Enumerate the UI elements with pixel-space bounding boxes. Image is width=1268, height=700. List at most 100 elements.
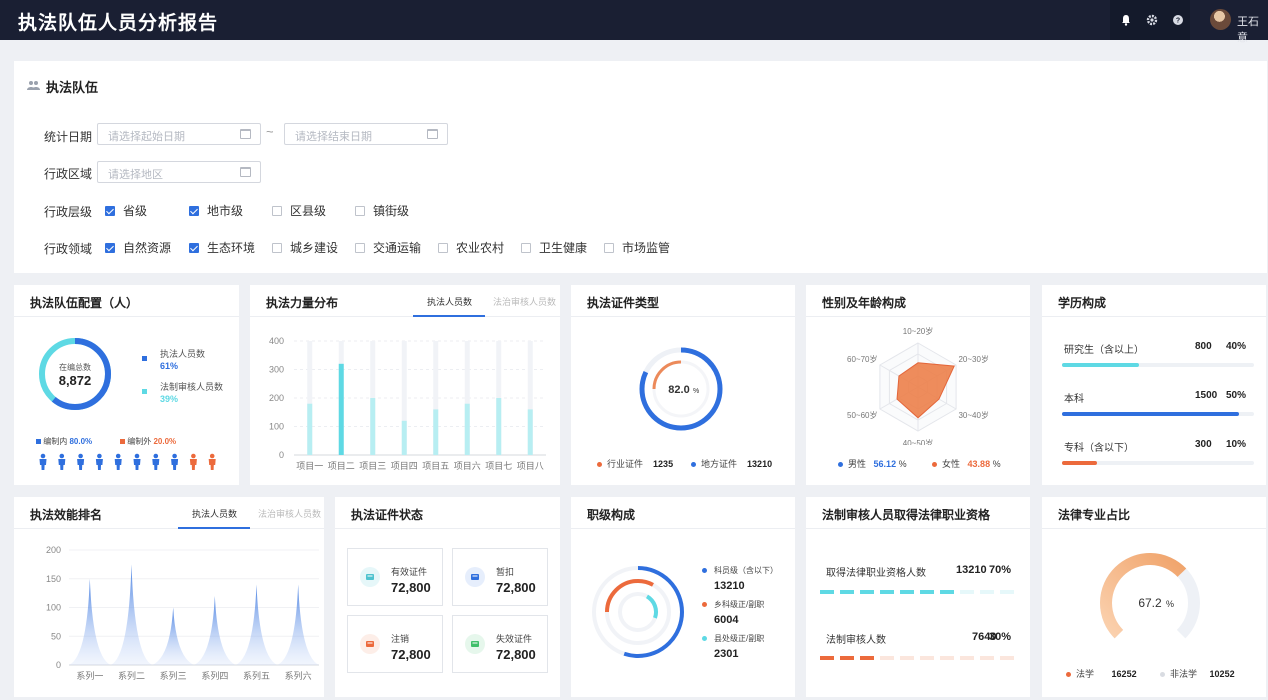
team-icon <box>27 81 40 90</box>
checkbox-box[interactable] <box>355 205 365 216</box>
legend-unit: % <box>898 459 907 469</box>
area-peak[interactable] <box>235 584 278 666</box>
config-center-label: 在编总数 <box>59 362 91 372</box>
people-icons <box>39 453 216 470</box>
start-date-input[interactable]: 请选择起始日期 <box>97 123 261 145</box>
bar[interactable] <box>401 420 407 455</box>
region-input[interactable]: 请选择地区 <box>97 161 261 183</box>
bar[interactable] <box>307 403 313 455</box>
area-peak[interactable] <box>194 596 236 665</box>
legend-marker <box>702 602 707 607</box>
checkbox-box[interactable] <box>189 242 199 253</box>
level-checkbox-2[interactable]: 区县级 <box>272 202 326 219</box>
rank-card: 职级构成 科员级（含以下） 13210 乡科级正/副职 6004 县处级正/副职 2301 <box>571 497 795 697</box>
certificate-icon <box>360 634 380 654</box>
force-card: 执法力量分布 执法人员数 法治审核人员数 0 100 200 300 400 项目一 项目二… <box>250 285 560 485</box>
level-checkbox-0[interactable]: 省级 <box>105 202 147 219</box>
y-tick-label: 200 <box>269 393 284 403</box>
level-checkbox-3[interactable]: 镇街级 <box>355 202 409 219</box>
cert-status-tile[interactable]: 暂扣 72,800 <box>452 548 548 606</box>
level-checkbox-1[interactable]: 地市级 <box>189 202 243 219</box>
help-icon[interactable]: ? <box>1171 13 1185 27</box>
progress-segment <box>960 656 974 660</box>
certificate-icon <box>465 634 485 654</box>
legend-marker <box>702 568 707 573</box>
efficiency-card: 执法效能排名 执法人员数 法治审核人员数 0 50 100 150 200 系列一 系列二 系… <box>14 497 324 697</box>
progress-segment <box>880 656 894 660</box>
law-major-title: 法律专业占比 <box>1058 508 1131 522</box>
active-tab-indicator <box>178 527 250 529</box>
bar[interactable] <box>527 409 533 455</box>
end-date-input[interactable]: 请选择结束日期 <box>284 123 448 145</box>
legend-value: 43.88 <box>967 459 991 469</box>
education-title: 学历构成 <box>1058 296 1107 310</box>
domain-checkbox-3[interactable]: 交通运输 <box>355 239 421 256</box>
legend-marker <box>142 356 147 361</box>
x-tick-label: 项目六 <box>454 460 481 471</box>
app-title: 执法队伍人员分析报告 <box>18 13 219 34</box>
cert-type-percent: 82.0 <box>668 384 689 396</box>
calendar-icon <box>240 129 251 139</box>
area-peak[interactable] <box>69 578 111 665</box>
x-tick-label: 系列二 <box>118 670 145 681</box>
tab-reviewers[interactable]: 法治审核人员数 <box>493 295 556 308</box>
x-tick-label: 项目四 <box>391 461 418 471</box>
checkbox-box[interactable] <box>521 242 531 253</box>
filter-panel: 执法队伍 统计日期 请选择起始日期 ~ 请选择结束日期 行政区域 请选择地区 行… <box>14 61 1267 273</box>
tab-reviewers[interactable]: 法治审核人员数 <box>258 507 321 520</box>
legend-law: 法学 16252 <box>1066 667 1137 680</box>
radar-axis-label: 20~30岁 <box>958 354 988 364</box>
domain-checkbox-2[interactable]: 城乡建设 <box>272 239 338 256</box>
cert-status-label: 注销 <box>391 634 410 644</box>
bar[interactable] <box>433 409 439 455</box>
force-bar-chart: 0 100 200 300 400 项目一 项目二 项目三 项目四 项目五 项目六 项目七 项目八 <box>269 336 546 471</box>
progress-segment <box>960 590 974 594</box>
gender-age-title: 性别及年龄构成 <box>822 296 907 310</box>
user-avatar[interactable] <box>1210 9 1231 30</box>
progress-segment <box>920 590 934 594</box>
domain-checkbox-4[interactable]: 农业农村 <box>438 239 504 256</box>
education-progress-fill <box>1062 412 1239 416</box>
checkbox-box[interactable] <box>355 242 365 253</box>
end-date-placeholder: 请选择结束日期 <box>295 131 372 143</box>
legend-label: 法学 <box>1076 669 1095 679</box>
legend-value: 16252 <box>1111 669 1137 679</box>
checkbox-box[interactable] <box>105 242 115 253</box>
reviewers-progress <box>820 656 1014 660</box>
person-icon <box>95 453 103 470</box>
cert-status-tile[interactable]: 有效证件 72,800 <box>347 548 443 606</box>
domain-label: 行政领域 <box>44 242 93 256</box>
x-tick-label: 系列六 <box>285 670 312 681</box>
bar[interactable] <box>464 403 470 455</box>
bar[interactable] <box>370 398 376 455</box>
certificate-icon <box>465 567 485 587</box>
checkbox-box[interactable] <box>272 205 282 216</box>
tab-enforcers[interactable]: 执法人员数 <box>427 295 472 308</box>
domain-checkbox-1[interactable]: 生态环境 <box>189 239 255 256</box>
bell-icon[interactable] <box>1119 13 1133 27</box>
progress-segment <box>820 656 834 660</box>
domain-checkbox-0[interactable]: 自然资源 <box>105 239 171 256</box>
cert-status-value: 72,800 <box>391 580 431 595</box>
user-name[interactable]: 王石意 <box>1237 13 1268 45</box>
area-peak[interactable] <box>277 584 319 666</box>
bar[interactable] <box>338 363 344 455</box>
bar[interactable] <box>496 398 502 455</box>
checkbox-box[interactable] <box>105 205 115 216</box>
checkbox-box[interactable] <box>189 205 199 216</box>
gear-icon[interactable] <box>1145 13 1159 27</box>
checkbox-box[interactable] <box>604 242 614 253</box>
tab-enforcers[interactable]: 执法人员数 <box>192 507 237 520</box>
domain-checkbox-5[interactable]: 卫生健康 <box>521 239 587 256</box>
cert-status-tile[interactable]: 失效证件 72,800 <box>452 615 548 673</box>
checkbox-box[interactable] <box>438 242 448 253</box>
legend-value: 61% <box>160 361 179 371</box>
checkbox-box[interactable] <box>272 242 282 253</box>
domain-checkbox-6[interactable]: 市场监管 <box>604 239 670 256</box>
cert-type-title: 执法证件类型 <box>587 296 660 310</box>
person-icon <box>171 453 179 470</box>
area-peak[interactable] <box>110 564 153 665</box>
person-icon <box>208 453 216 470</box>
legend-label: 女性 <box>942 459 961 469</box>
cert-status-tile[interactable]: 注销 72,800 <box>347 615 443 673</box>
